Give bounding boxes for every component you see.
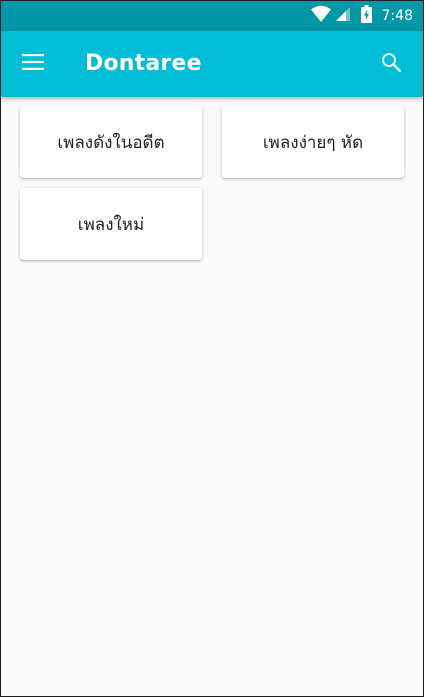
- category-label: เพลงใหม่: [77, 214, 145, 235]
- app-title: Dontaree: [85, 51, 202, 76]
- cell-signal-icon: [335, 6, 351, 26]
- search-icon: [381, 52, 402, 76]
- wifi-icon: [310, 5, 331, 27]
- status-bar: 7:48: [1, 1, 423, 31]
- category-label: เพลงดังในอดีต: [57, 132, 165, 153]
- app-window: 7:48 Dontaree เพลงดังในอดีต เพลงง่ายๆ หั…: [0, 0, 424, 697]
- status-time: 7:48: [381, 8, 413, 24]
- menu-button[interactable]: [13, 44, 53, 84]
- category-card-easy-songs[interactable]: เพลงง่ายๆ หัด: [222, 106, 404, 178]
- category-label: เพลงง่ายๆ หัด: [262, 132, 364, 153]
- battery-charging-icon: [360, 5, 372, 27]
- category-card-old-hits[interactable]: เพลงดังในอดีต: [20, 106, 202, 178]
- category-grid: เพลงดังในอดีต เพลงง่ายๆ หัด เพลงใหม่: [1, 97, 423, 696]
- status-icons: 7:48: [310, 1, 413, 31]
- hamburger-menu-icon: [22, 54, 44, 74]
- category-card-new-songs[interactable]: เพลงใหม่: [20, 188, 202, 260]
- app-bar: Dontaree: [1, 31, 423, 97]
- search-button[interactable]: [371, 44, 411, 84]
